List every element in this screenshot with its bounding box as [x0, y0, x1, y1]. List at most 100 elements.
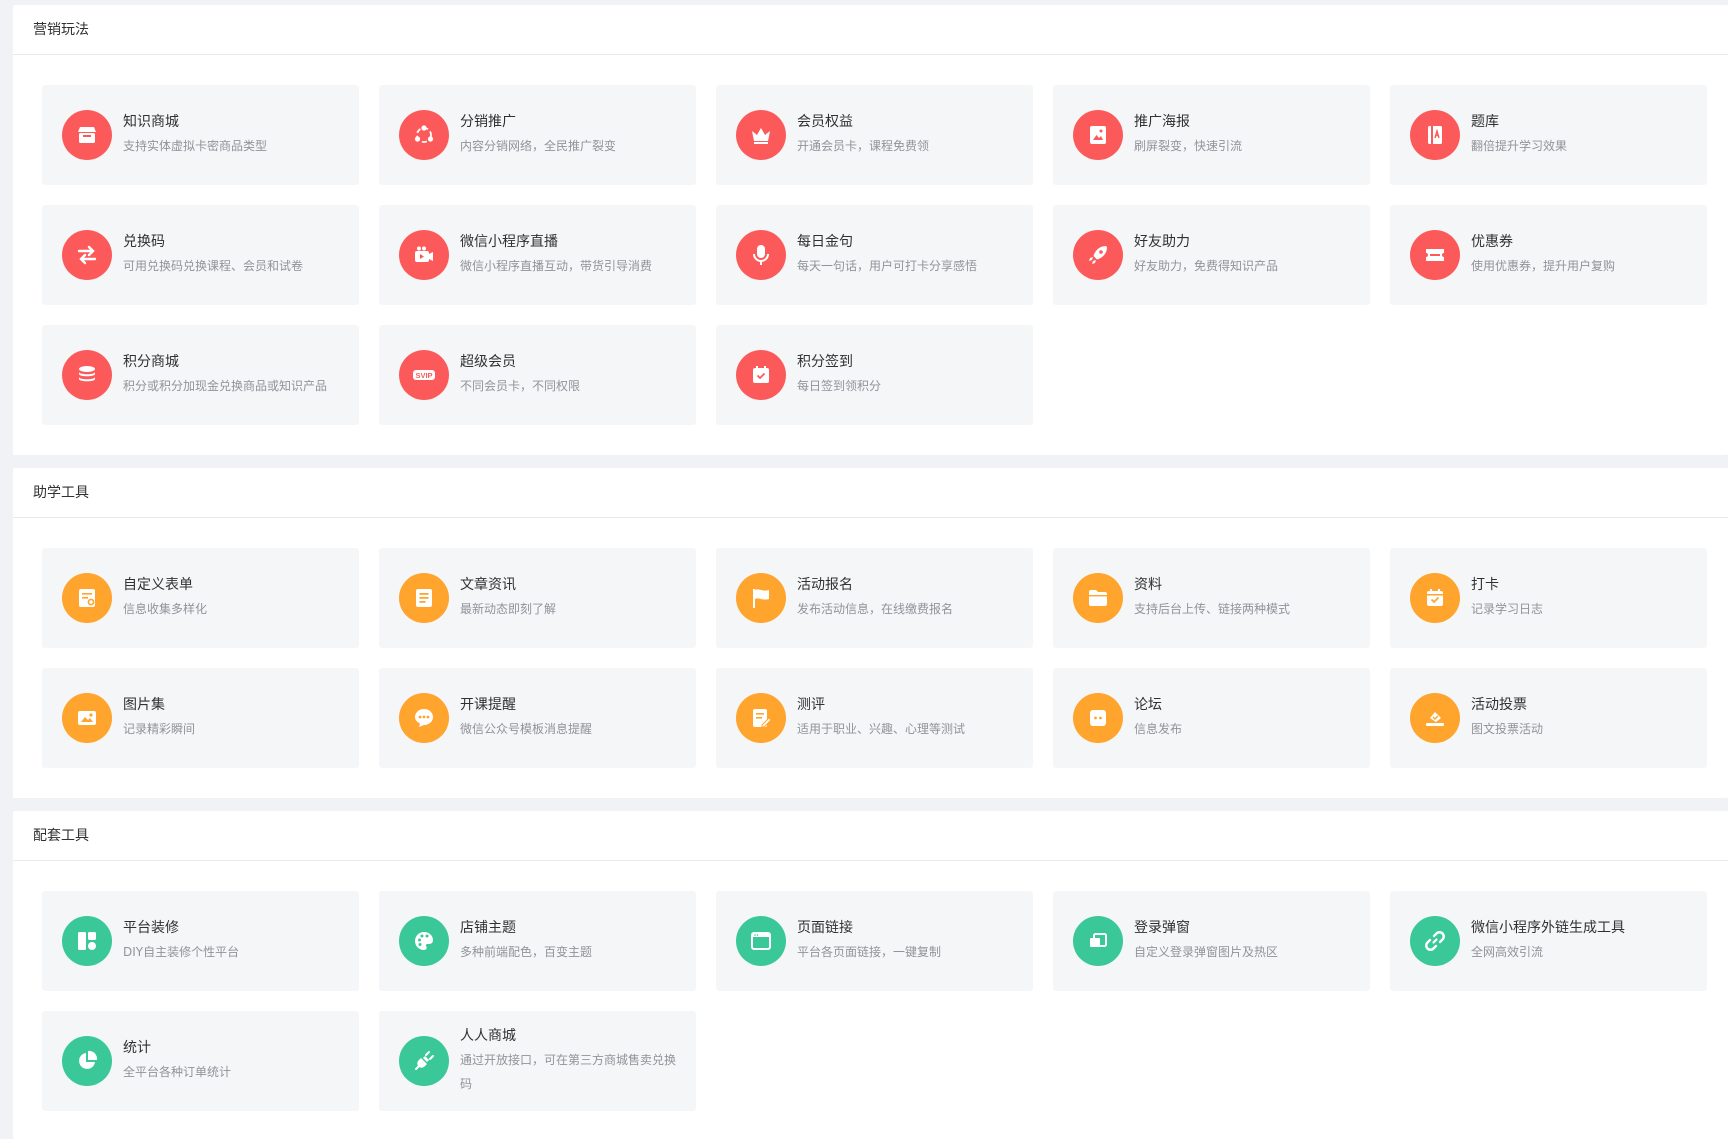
card-checkin[interactable]: 打卡 记录学习日志 — [1390, 548, 1707, 648]
card-desc: 记录学习日志 — [1471, 602, 1544, 616]
card-desc: 内容分销网络，全民推广裂变 — [460, 139, 617, 153]
card-desc: 图文投票活动 — [1471, 722, 1544, 736]
card-desc: 翻倍提升学习效果 — [1471, 139, 1568, 153]
poster-icon — [1073, 110, 1123, 160]
card-articles[interactable]: 文章资讯最新动态即刻了解 — [379, 548, 696, 648]
question-bank-icon — [1410, 110, 1460, 160]
card-miniapp-link-tool[interactable]: 微信小程序外链生成工具 全网高效引流 — [1390, 891, 1707, 991]
card-renren-mall[interactable]: 人人商城 通过开放接口，可在第三方商城售卖兑换码 — [379, 1011, 696, 1111]
card-desc: 好友助力，免费得知识产品 — [1134, 259, 1279, 273]
card-desc: 全平台各种订单统计 — [123, 1065, 232, 1079]
card-super-member[interactable]: SVIP 超级会员不同会员卡，不同权限 — [379, 325, 696, 425]
image-icon — [62, 693, 112, 743]
card-title: 文章资讯 — [460, 577, 516, 593]
card-desc: 开通会员卡，课程免费领 — [797, 139, 930, 153]
card-desc: 微信公众号模板消息提醒 — [460, 722, 593, 736]
link-icon — [1410, 916, 1460, 966]
card-event-signup[interactable]: 活动报名 发布活动信息，在线缴费报名 — [716, 548, 1033, 648]
live-video-icon — [399, 230, 449, 280]
card-desc: 每日签到领积分 — [797, 379, 882, 393]
card-desc: 适用于职业、兴趣、心理等测试 — [797, 722, 966, 736]
card-class-reminder[interactable]: 开课提醒 微信公众号模板消息提醒 — [379, 668, 696, 768]
card-gallery[interactable]: 图片集 记录精彩瞬间 — [42, 668, 359, 768]
section-title: 配套工具 — [13, 811, 1728, 861]
coins-icon — [62, 350, 112, 400]
card-desc: 支持实体虚拟卡密商品类型 — [123, 139, 268, 153]
card-page-links[interactable]: 页面链接 平台各页面链接，一键复制 — [716, 891, 1033, 991]
card-title: 人人商城 — [460, 1028, 516, 1044]
card-title: 知识商城 — [123, 114, 179, 130]
section-support-tools: 配套工具 平台装修 DIY自主装修个性平台 店铺主题 多种前端配色，百变主题 页面链… — [13, 811, 1728, 1139]
plug-icon — [399, 1036, 449, 1086]
card-custom-form[interactable]: 自定义表单 信息收集多样化 — [42, 548, 359, 648]
rocket-icon — [1073, 230, 1123, 280]
microphone-icon — [736, 230, 786, 280]
card-desc: 多种前端配色，百变主题 — [460, 945, 593, 959]
card-desc: 积分或积分加现金兑换商品或知识产品 — [123, 379, 328, 393]
card-title: 平台装修 — [123, 920, 179, 936]
card-desc: 每天一句话，用户可打卡分享感悟 — [797, 259, 978, 273]
card-title: 积分签到 — [797, 354, 853, 370]
card-desc: 自定义登录弹窗图片及热区 — [1134, 945, 1279, 959]
card-coupon[interactable]: 优惠券 使用优惠券，提升用户复购 — [1390, 205, 1707, 305]
card-desc: 不同会员卡，不同权限 — [460, 379, 581, 393]
article-icon — [399, 573, 449, 623]
card-redeem-code[interactable]: 兑换码 可用兑换码兑换课程、会员和试卷 — [42, 205, 359, 305]
card-desc: 使用优惠券，提升用户复购 — [1471, 259, 1616, 273]
card-membership[interactable]: 会员权益 开通会员卡，课程免费领 — [716, 85, 1033, 185]
card-knowledge-store[interactable]: 知识商城支持实体虚拟卡密商品类型 — [42, 85, 359, 185]
card-title: 论坛 — [1134, 697, 1162, 713]
card-title: 统计 — [123, 1040, 151, 1056]
card-title: 分销推广 — [460, 114, 516, 130]
card-store-theme[interactable]: 店铺主题 多种前端配色，百变主题 — [379, 891, 696, 991]
folder-icon — [1073, 573, 1123, 623]
card-statistics[interactable]: 统计全平台各种订单统计 — [42, 1011, 359, 1111]
card-title: 资料 — [1134, 577, 1162, 593]
svg-text:SVIP: SVIP — [415, 371, 432, 380]
card-title: 每日金句 — [797, 234, 853, 250]
card-friend-help[interactable]: 好友助力 好友助力，免费得知识产品 — [1053, 205, 1370, 305]
card-vote[interactable]: 活动投票图文投票活动 — [1390, 668, 1707, 768]
store-icon — [62, 110, 112, 160]
card-question-bank[interactable]: 题库 翻倍提升学习效果 — [1390, 85, 1707, 185]
palette-icon — [399, 916, 449, 966]
chat-bubble-icon — [399, 693, 449, 743]
card-title: 推广海报 — [1134, 114, 1190, 130]
card-title: 打卡 — [1471, 577, 1499, 593]
share-network-icon — [399, 110, 449, 160]
card-assessment[interactable]: 测评 适用于职业、兴趣、心理等测试 — [716, 668, 1033, 768]
card-desc: 可用兑换码兑换课程、会员和试卷 — [123, 259, 304, 273]
card-title: 超级会员 — [460, 354, 516, 370]
card-points-checkin[interactable]: 积分签到每日签到领积分 — [716, 325, 1033, 425]
crown-icon — [736, 110, 786, 160]
layout-icon — [62, 916, 112, 966]
flag-icon — [736, 573, 786, 623]
card-materials[interactable]: 资料支持后台上传、链接两种模式 — [1053, 548, 1370, 648]
card-poster[interactable]: 推广海报 刷屏裂变，快速引流 — [1053, 85, 1370, 185]
card-platform-decoration[interactable]: 平台装修 DIY自主装修个性平台 — [42, 891, 359, 991]
forum-icon — [1073, 693, 1123, 743]
card-desc: 支持后台上传、链接两种模式 — [1134, 602, 1291, 616]
card-desc: 最新动态即刻了解 — [460, 602, 557, 616]
card-forum[interactable]: 论坛 信息发布 — [1053, 668, 1370, 768]
section-study-tools: 助学工具 自定义表单 信息收集多样化 文章资讯最新动态即刻了解 活动报名 发布活动信… — [13, 468, 1728, 798]
section-marketing: 营销玩法 知识商城 支持实体虚拟卡密商品类型 分销推广 内容分销网络，全民推广裂变 … — [13, 5, 1728, 455]
checkin-calendar-icon — [1410, 573, 1460, 623]
card-miniapp-live[interactable]: 微信小程序直播 微信小程序直播互动，带货引导消费 — [379, 205, 696, 305]
card-title: 图片集 — [123, 697, 165, 713]
card-login-popup[interactable]: 登录弹窗自定义登录弹窗图片及热区 — [1053, 891, 1370, 991]
card-title: 页面链接 — [797, 920, 853, 936]
section-title: 助学工具 — [13, 468, 1728, 518]
edit-doc-icon — [736, 693, 786, 743]
vote-icon — [1410, 693, 1460, 743]
card-points-mall[interactable]: 积分商城 积分或积分加现金兑换商品或知识产品 — [42, 325, 359, 425]
card-daily-quote[interactable]: 每日金句每天一句话，用户可打卡分享感悟 — [716, 205, 1033, 305]
card-distribution[interactable]: 分销推广内容分销网络，全民推广裂变 — [379, 85, 696, 185]
card-title: 自定义表单 — [123, 577, 193, 593]
card-title: 登录弹窗 — [1134, 920, 1190, 936]
card-title: 活动报名 — [797, 577, 853, 593]
card-title: 活动投票 — [1471, 697, 1527, 713]
svip-icon: SVIP — [399, 350, 449, 400]
card-desc: 微信小程序直播互动，带货引导消费 — [460, 259, 653, 273]
popup-icon — [1073, 916, 1123, 966]
